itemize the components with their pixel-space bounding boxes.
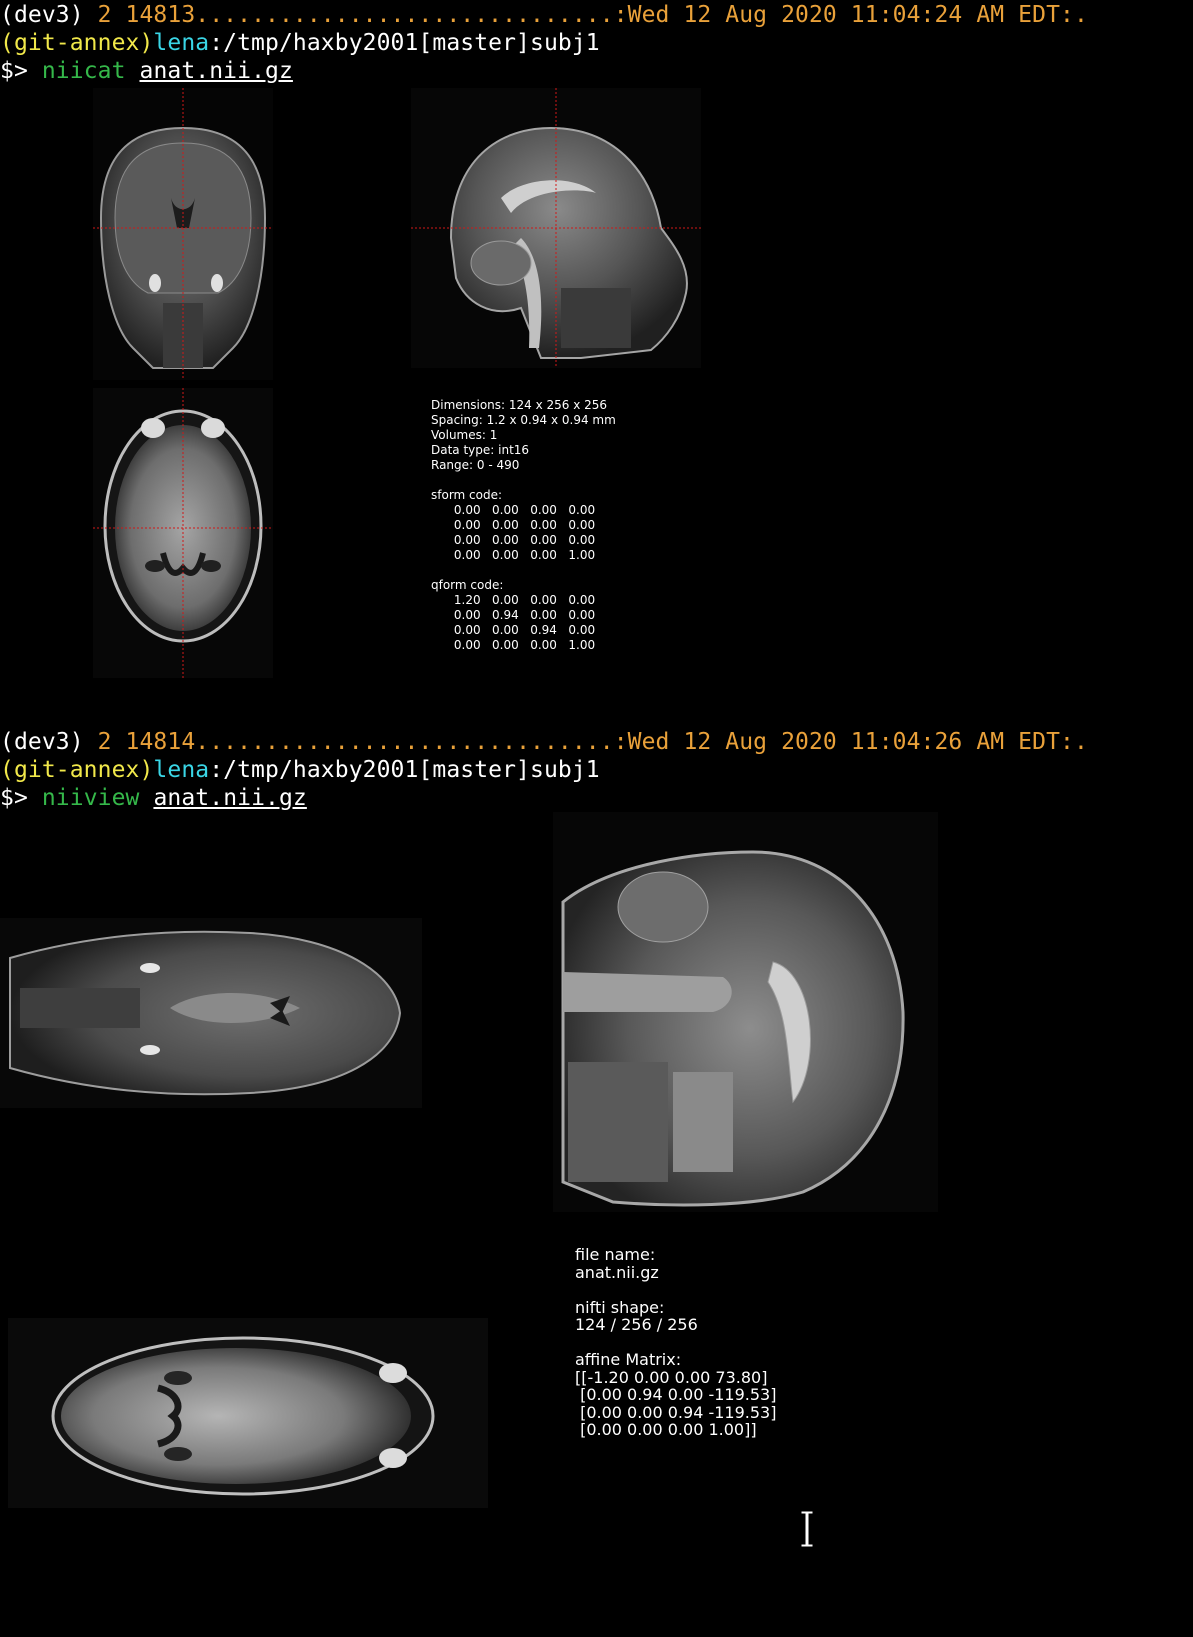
history-counter: 2 14814 <box>97 729 196 755</box>
niicat-coronal-view <box>93 88 273 380</box>
niicat-header-info: Dimensions: 124 x 256 x 256 Spacing: 1.2… <box>431 398 616 652</box>
prompt-status-line-1: (dev3) 2 14813..........................… <box>0 1 1088 29</box>
path-label: :/tmp/haxby2001[master]subj1 <box>209 30 600 56</box>
dot-filler: .............................. <box>195 729 614 755</box>
repo-label: (git-annex) <box>0 30 154 56</box>
path-label: :/tmp/haxby2001[master]subj1 <box>209 757 600 783</box>
prompt-path-line-1: (git-annex)lena:/tmp/haxby2001[master]su… <box>0 29 600 57</box>
dot-filler: .............................. <box>195 2 614 28</box>
niiview-sagittal-view <box>553 812 938 1212</box>
timestamp: :Wed 12 Aug 2020 11:04:26 AM EDT:. <box>613 729 1088 755</box>
niiview-coronal-view <box>0 918 422 1108</box>
env-label: (dev3) <box>0 729 84 755</box>
niicat-sagittal-view <box>411 88 701 368</box>
prompt-symbol: $> <box>0 785 28 811</box>
niiview-axial-view <box>8 1318 488 1508</box>
env-label: (dev3) <box>0 2 84 28</box>
command-name: niicat <box>41 58 126 84</box>
prompt-symbol: $> <box>0 58 28 84</box>
niiview-header-info: file name: anat.nii.gz nifti shape: 124 … <box>575 1245 777 1439</box>
repo-label: (git-annex) <box>0 757 154 783</box>
prompt-path-line-2: (git-annex)lena:/tmp/haxby2001[master]su… <box>0 756 600 784</box>
command-line-2[interactable]: $> niiview anat.nii.gz <box>0 784 307 812</box>
command-argument[interactable]: anat.nii.gz <box>153 785 306 811</box>
prompt-status-line-2: (dev3) 2 14814..........................… <box>0 728 1088 756</box>
command-line-1[interactable]: $> niicat anat.nii.gz <box>0 57 293 85</box>
command-argument[interactable]: anat.nii.gz <box>140 58 293 84</box>
history-counter: 2 14813 <box>97 2 196 28</box>
text-cursor-icon <box>800 1510 814 1548</box>
niicat-axial-view <box>93 388 273 678</box>
command-name: niiview <box>41 785 140 811</box>
timestamp: :Wed 12 Aug 2020 11:04:24 AM EDT:. <box>613 2 1088 28</box>
user-label: lena <box>153 757 210 783</box>
user-label: lena <box>153 30 210 56</box>
